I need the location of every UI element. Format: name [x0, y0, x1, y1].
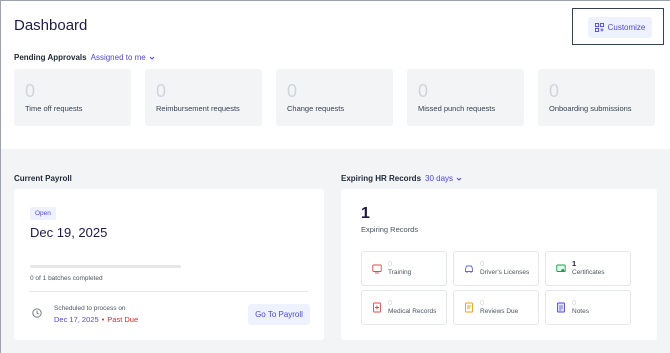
customize-button[interactable]: Customize [588, 17, 652, 38]
record-label: Reviews Due [480, 308, 519, 315]
record-label: Notes [572, 308, 589, 315]
customize-label: Customize [607, 23, 646, 32]
expiring-hr-header: Expiring HR Records 30 days [341, 174, 462, 183]
medical-icon [373, 302, 381, 313]
current-payroll-panel: Open Dec 19, 2025 0 of 1 batches complet… [14, 189, 324, 340]
reimbursement-card[interactable]: 0 Reimbursement requests [145, 69, 262, 126]
page-title: Dashboard [14, 17, 88, 34]
past-due-status: Past Due [107, 315, 139, 324]
scheduled-date: Dec 17, 2025 [54, 315, 99, 324]
expiring-count: 1 [361, 205, 370, 222]
pending-approval-cards: 0 Time off requests 0 Reimbursement requ… [14, 69, 655, 126]
card-label: Change requests [287, 104, 345, 113]
card-label: Onboarding submissions [549, 104, 632, 113]
record-notes[interactable]: 0 Notes [545, 290, 631, 325]
record-medical-records[interactable]: 0 Medical Records [361, 290, 447, 325]
divider [30, 291, 308, 292]
notes-icon [557, 302, 565, 313]
expiring-hr-panel: 1 Expiring Records 0 Training 0 Driver's… [341, 189, 657, 340]
record-training[interactable]: 0 Training [361, 251, 447, 286]
batches-completed-text: 0 of 1 batches completed [30, 275, 103, 282]
days-filter-dropdown[interactable]: 30 days [425, 174, 462, 183]
certificate-icon [556, 264, 566, 272]
record-label: Certificates [572, 269, 605, 276]
card-count: 0 [418, 81, 429, 101]
record-count: 0 [480, 298, 485, 307]
record-label: Medical Records [388, 308, 437, 315]
card-label: Reimbursement requests [156, 104, 240, 113]
payroll-date: Dec 19, 2025 [30, 225, 108, 240]
assigned-filter-label: Assigned to me [90, 53, 146, 62]
chevron-down-icon [456, 177, 462, 181]
separator-dot: • [101, 315, 105, 324]
review-icon [465, 302, 473, 313]
chevron-down-icon [149, 56, 155, 60]
pending-approvals-title: Pending Approvals [14, 53, 87, 62]
scheduled-value: Dec 17, 2025 • Past Due [54, 315, 138, 324]
card-count: 0 [25, 81, 36, 101]
expiring-hr-title: Expiring HR Records [341, 174, 422, 183]
change-requests-card[interactable]: 0 Change requests [276, 69, 393, 126]
record-count: 0 [388, 298, 393, 307]
clock-icon [32, 308, 42, 318]
pending-approvals-header: Pending Approvals Assigned to me [14, 53, 155, 62]
record-count: 0 [388, 259, 393, 268]
assigned-filter-dropdown[interactable]: Assigned to me [91, 53, 155, 62]
card-count: 0 [549, 81, 560, 101]
go-to-payroll-button[interactable]: Go To Payroll [248, 304, 310, 325]
card-count: 0 [156, 81, 167, 101]
record-count: 1 [572, 259, 577, 268]
car-icon [465, 265, 473, 273]
top-section: Dashboard Customize Pending Approvals As… [1, 1, 670, 149]
record-certificates[interactable]: 1 Certificates [545, 251, 631, 286]
record-label: Training [388, 269, 412, 276]
record-count: 0 [572, 298, 577, 307]
record-label: Driver's Licenses [480, 269, 530, 276]
grid-icon [594, 23, 604, 32]
record-reviews-due[interactable]: 0 Reviews Due [453, 290, 539, 325]
card-label: Missed punch requests [418, 104, 496, 113]
days-filter-label: 30 days [425, 174, 454, 183]
training-icon [372, 264, 382, 274]
onboarding-card[interactable]: 0 Onboarding submissions [538, 69, 655, 126]
missed-punch-card[interactable]: 0 Missed punch requests [407, 69, 524, 126]
time-off-card[interactable]: 0 Time off requests [14, 69, 131, 126]
current-payroll-title-text: Current Payroll [14, 174, 72, 183]
record-count: 0 [480, 259, 485, 268]
batches-progress-bar [30, 265, 181, 268]
expiring-subtitle: Expiring Records [361, 225, 419, 234]
status-badge: Open [30, 207, 56, 220]
current-payroll-title: Current Payroll [14, 174, 72, 183]
card-label: Time off requests [25, 104, 83, 113]
record-drivers-licenses[interactable]: 0 Driver's Licenses [453, 251, 539, 286]
customize-highlight: Customize [572, 8, 664, 45]
scheduled-label: Scheduled to process on [54, 305, 126, 312]
card-count: 0 [287, 81, 298, 101]
